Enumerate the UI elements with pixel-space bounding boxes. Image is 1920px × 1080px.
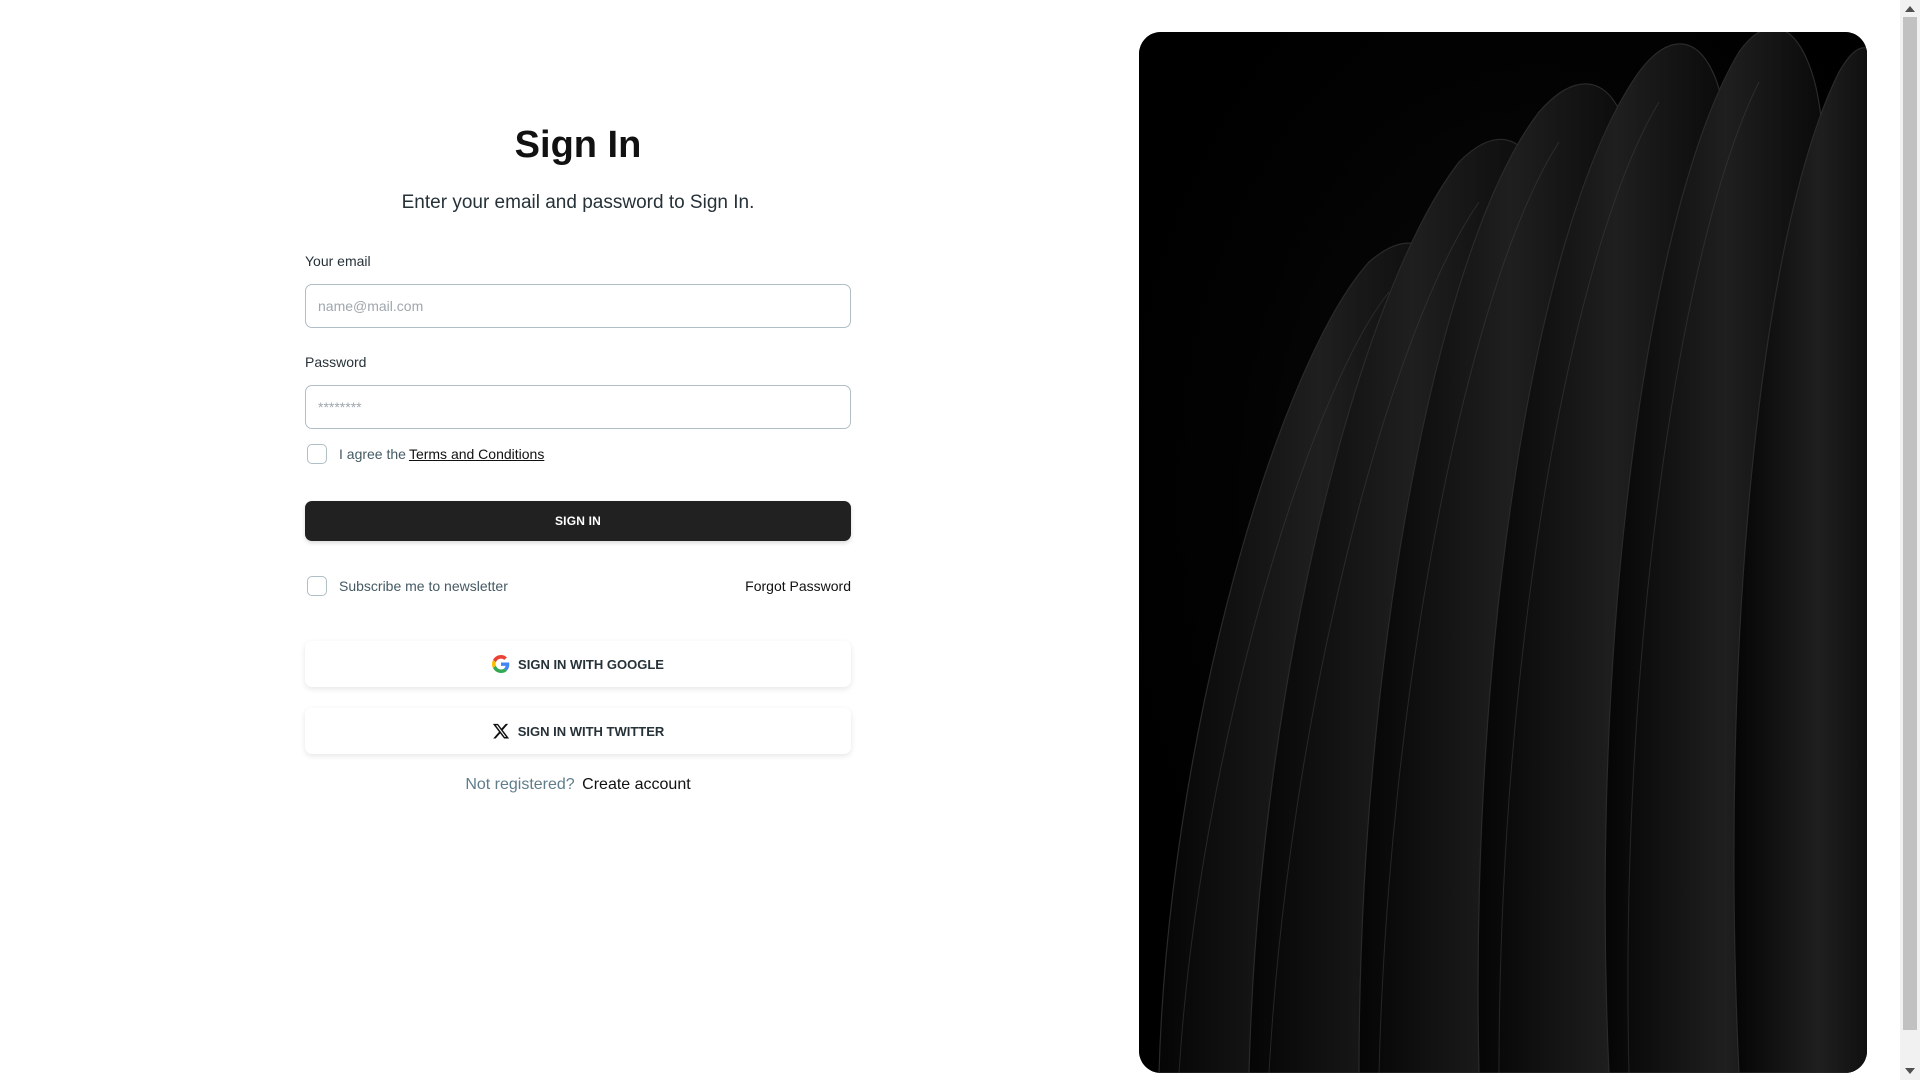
scroll-down-arrow-icon[interactable] xyxy=(1905,1068,1915,1074)
email-input[interactable] xyxy=(305,284,851,328)
email-label: Your email xyxy=(305,253,371,269)
terms-checkbox[interactable] xyxy=(307,444,327,464)
create-account-link[interactable]: Create account xyxy=(582,776,691,793)
page-scrollbar[interactable] xyxy=(1900,0,1920,1080)
newsletter-row: Subscribe me to newsletter xyxy=(307,576,508,596)
terms-prefix: I agree the xyxy=(339,446,406,462)
newsletter-label: Subscribe me to newsletter xyxy=(339,578,508,594)
x-twitter-icon xyxy=(492,722,510,740)
sign-in-button[interactable]: SIGN IN xyxy=(305,501,851,541)
terms-row: I agree the Terms and Conditions xyxy=(307,444,544,464)
scroll-thumb[interactable] xyxy=(1903,17,1917,1030)
password-label: Password xyxy=(305,354,367,370)
google-icon xyxy=(492,655,510,673)
register-prompt: Not registered? Create account xyxy=(305,776,851,794)
password-input[interactable] xyxy=(305,385,851,429)
abstract-waves-image xyxy=(1139,32,1867,1073)
newsletter-checkbox[interactable] xyxy=(307,576,327,596)
google-button-label: SIGN IN WITH GOOGLE xyxy=(518,656,664,672)
scroll-up-arrow-icon[interactable] xyxy=(1905,6,1915,12)
sign-in-page: Sign In Enter your email and password to… xyxy=(0,0,1920,1080)
register-question: Not registered? xyxy=(465,776,575,793)
google-sign-in-button[interactable]: SIGN IN WITH GOOGLE xyxy=(305,641,851,687)
hero-image xyxy=(1139,32,1867,1073)
page-title: Sign In xyxy=(514,124,642,166)
page-subtitle: Enter your email and password to Sign In… xyxy=(401,192,755,213)
twitter-sign-in-button[interactable]: SIGN IN WITH TWITTER xyxy=(305,708,851,754)
terms-link[interactable]: Terms and Conditions xyxy=(409,446,544,462)
forgot-password-link[interactable]: Forgot Password xyxy=(745,578,851,594)
twitter-button-label: SIGN IN WITH TWITTER xyxy=(517,723,665,739)
